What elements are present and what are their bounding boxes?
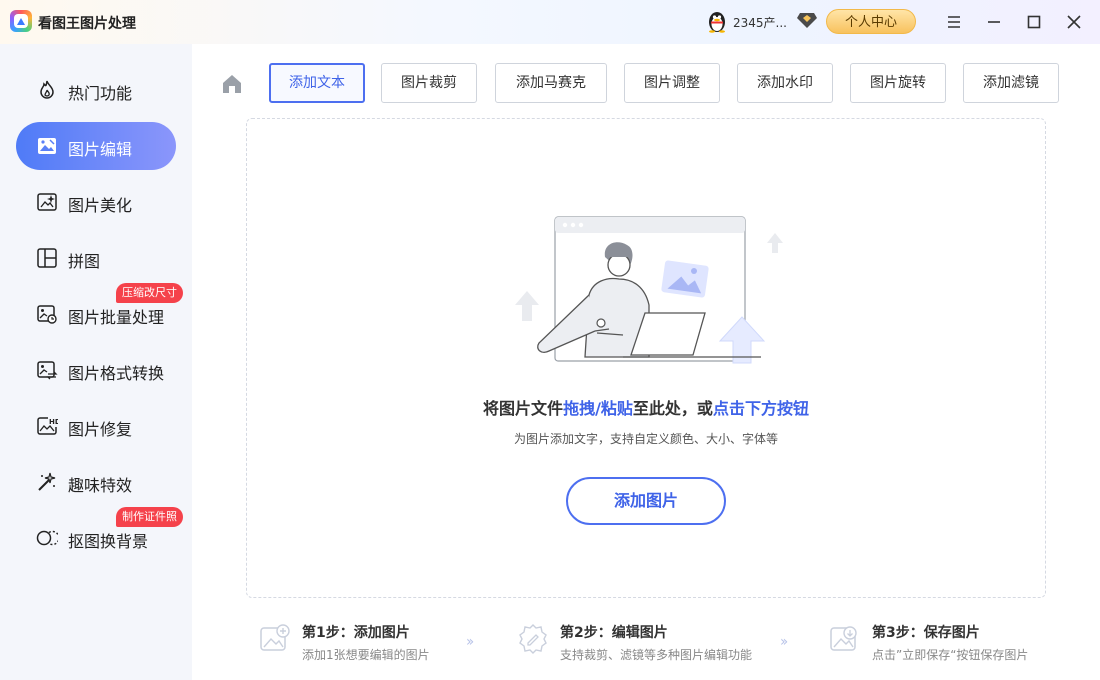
sidebar-item-label: 拼图 xyxy=(68,252,101,271)
menu-icon[interactable] xyxy=(943,11,965,33)
edit-image-icon xyxy=(519,624,547,654)
sidebar-item-label: 抠图换背景 xyxy=(68,532,149,551)
chevron-right-icon: ›› xyxy=(466,634,474,650)
step-desc: 支持裁剪、滤镜等多种图片编辑功能 xyxy=(560,648,753,662)
sidebar-item-hot-features[interactable]: 热门功能 xyxy=(16,66,176,114)
hd-image-icon: HD xyxy=(37,417,58,435)
sidebar-item-format-convert[interactable]: 图片格式转换 xyxy=(16,346,176,394)
sidebar-item-label: 图片修复 xyxy=(68,420,133,439)
steps-guide: 第1步：添加图片 添加1张想要编辑的图片 ›› 第2步：编辑图片 支持裁剪、滤镜… xyxy=(252,614,1092,666)
convert-image-icon xyxy=(37,361,58,380)
tab-mosaic[interactable]: 添加马赛克 xyxy=(495,63,607,103)
collage-icon xyxy=(37,248,57,268)
sidebar-item-label: 趣味特效 xyxy=(68,476,133,495)
profile-center-button[interactable]: 个人中心 xyxy=(826,9,916,34)
svg-text:HD: HD xyxy=(49,418,58,426)
flame-icon xyxy=(40,80,54,99)
tab-crop[interactable]: 图片裁剪 xyxy=(381,63,477,103)
tab-watermark[interactable]: 添加水印 xyxy=(737,63,833,103)
sidebar-item-fun-effects[interactable]: 趣味特效 xyxy=(16,458,176,506)
main-panel: 添加文本 图片裁剪 添加马赛克 图片调整 添加水印 图片旋转 添加滤镜 将图片文… xyxy=(192,44,1100,680)
cutout-icon xyxy=(36,530,58,546)
add-image-button[interactable]: 添加图片 xyxy=(566,477,726,525)
save-image-icon xyxy=(830,626,857,651)
sparkle-image-icon xyxy=(37,193,57,211)
sidebar-item-label: 图片格式转换 xyxy=(68,364,165,383)
sidebar-item-image-repair[interactable]: HD 图片修复 xyxy=(16,402,176,450)
app-logo-icon xyxy=(10,10,32,32)
sidebar-item-image-edit[interactable]: 图片编辑 xyxy=(16,122,176,170)
tab-adjust[interactable]: 图片调整 xyxy=(624,63,720,103)
home-icon[interactable] xyxy=(220,72,244,96)
drop-title-highlight-drag: 拖拽/粘贴 xyxy=(563,399,633,418)
drop-title-highlight-click: 点击下方按钮 xyxy=(712,399,809,418)
compress-resize-badge: 压缩改尺寸 xyxy=(116,283,183,303)
step-desc: 添加1张想要编辑的图片 xyxy=(302,648,430,662)
chevron-right-icon: ›› xyxy=(780,634,788,650)
sidebar-item-label: 图片批量处理 xyxy=(68,308,165,327)
sidebar-item-label: 热门功能 xyxy=(68,84,133,103)
app-title: 看图王图片处理 xyxy=(38,16,136,32)
sidebar-item-label: 图片编辑 xyxy=(68,140,133,159)
step-title: 第1步：添加图片 xyxy=(302,625,410,641)
vip-diamond-icon[interactable] xyxy=(797,11,817,29)
add-image-icon xyxy=(260,624,290,651)
minimize-icon[interactable] xyxy=(983,11,1005,33)
user-name[interactable]: 2345产... xyxy=(733,14,787,31)
sidebar-item-collage[interactable]: 拼图 xyxy=(16,234,176,282)
tab-add-text[interactable]: 添加文本 xyxy=(269,63,365,103)
sidebar-item-image-beautify[interactable]: 图片美化 xyxy=(16,178,176,226)
sidebar-item-label: 图片美化 xyxy=(68,196,133,215)
step-desc: 点击”立即保存“按钮保存图片 xyxy=(872,648,1029,662)
drop-zone-subtitle: 为图片添加文字，支持自定义颜色、大小、字体等 xyxy=(513,432,778,446)
title-bar: 看图王图片处理 2345产... 个人中心 xyxy=(0,0,1100,44)
drop-zone[interactable]: 将图片文件拖拽/粘贴至此处，或点击下方按钮 为图片添加文字，支持自定义颜色、大小… xyxy=(246,118,1046,598)
batch-image-icon xyxy=(37,305,57,324)
step-title: 第2步：编辑图片 xyxy=(560,625,668,641)
image-edit-icon xyxy=(38,138,56,154)
drop-title-text: 至此处，或 xyxy=(632,399,713,418)
sidebar: 热门功能 图片编辑 图片美化 拼图 图片批量处理 压缩改尺寸 图片格式转换 HD… xyxy=(0,44,192,680)
tab-rotate[interactable]: 图片旋转 xyxy=(850,63,946,103)
magic-wand-icon xyxy=(38,472,56,491)
id-photo-badge: 制作证件照 xyxy=(116,507,183,527)
step-title: 第3步：保存图片 xyxy=(872,625,980,641)
upload-illustration xyxy=(515,216,783,364)
maximize-icon[interactable] xyxy=(1023,11,1045,33)
qq-penguin-icon[interactable] xyxy=(706,9,728,33)
drop-zone-title: 将图片文件拖拽/粘贴至此处，或点击下方按钮 xyxy=(247,395,1045,419)
tab-filter[interactable]: 添加滤镜 xyxy=(963,63,1059,103)
close-icon[interactable] xyxy=(1063,11,1085,33)
drop-title-text: 将图片文件 xyxy=(483,399,564,418)
